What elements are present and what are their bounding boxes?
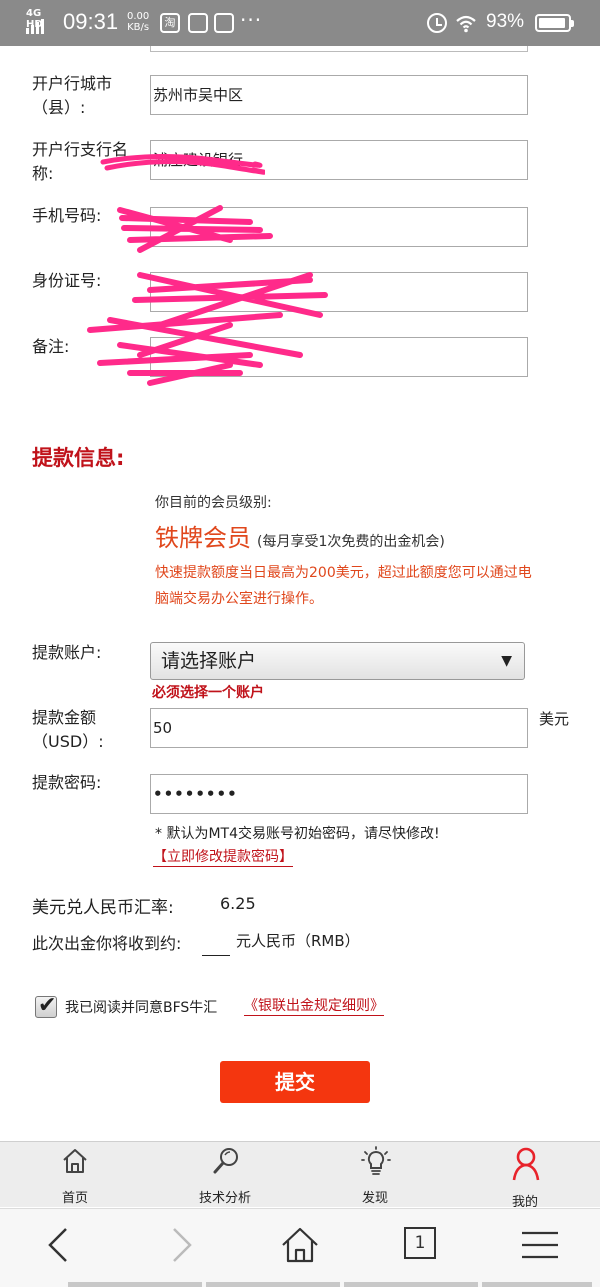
- password-note: * 默认为MT4交易账号初始密码，请尽快修改!: [155, 826, 440, 842]
- amount-input[interactable]: 50: [150, 708, 528, 748]
- cut-off-field: [150, 46, 528, 52]
- password-input[interactable]: ••••••••: [150, 774, 528, 814]
- user-icon: [512, 1147, 540, 1181]
- phone-input[interactable]: [150, 207, 528, 247]
- rules-link[interactable]: 《银联出金规定细则》: [244, 997, 384, 1016]
- withdraw-limit-description: 快速提款额度当日最高为200美元，超过此额度您可以通过电脑端交易办公室进行操作。: [155, 565, 532, 607]
- member-level-prompt: 你目前的会员级别:: [155, 495, 272, 511]
- forward-arrow-icon[interactable]: [158, 1223, 202, 1267]
- account-required-error: 必须选择一个账户: [152, 685, 264, 701]
- remark-label: 备注:: [32, 337, 70, 356]
- tab-mine[interactable]: 我的: [465, 1142, 585, 1210]
- amount-unit: 美元: [539, 710, 570, 728]
- tab-technical-analysis[interactable]: 技术分析: [165, 1142, 285, 1208]
- back-arrow-icon[interactable]: [38, 1223, 82, 1267]
- receive-amount-value: [202, 930, 230, 956]
- account-select-value: 请选择账户: [161, 650, 257, 672]
- amount-label: 提款金额（USD）:: [32, 708, 104, 751]
- branch-input[interactable]: 浦庄建设银行: [150, 140, 528, 180]
- nav-indicator: [206, 1282, 340, 1287]
- battery-percent: 93%: [486, 11, 525, 32]
- receive-amount-unit: 元人民币（RMB）: [236, 932, 360, 950]
- bag-notification-icon: [188, 13, 208, 33]
- network-speed: 0.00 KB/s: [127, 11, 150, 33]
- tab-label: 发现: [361, 1191, 388, 1206]
- city-input[interactable]: 苏州市吴中区: [150, 75, 528, 115]
- account-select[interactable]: 请选择账户 ▼: [150, 642, 525, 680]
- tab-home[interactable]: 首页: [15, 1142, 135, 1208]
- exchange-rate-value: 6.25: [220, 894, 256, 913]
- bag-notification-icon: [214, 13, 234, 33]
- section-title: 提款信息:: [32, 446, 125, 470]
- status-bar: 4G HD 09:31 0.00 KB/s 淘 ··· 93%: [0, 0, 600, 46]
- checkmark-icon: ✔: [38, 993, 57, 1018]
- battery-icon: [535, 14, 574, 32]
- tab-count: 1: [404, 1227, 436, 1259]
- alarm-icon: [427, 13, 447, 33]
- change-password-link[interactable]: 【立即修改提款密码】: [153, 848, 293, 867]
- more-notifications-icon: ···: [240, 8, 263, 32]
- id-number-input[interactable]: [150, 272, 528, 312]
- tab-discover[interactable]: 发现: [315, 1142, 435, 1208]
- bottom-tab-bar: 首页 技术分析 发现 我的: [0, 1141, 600, 1210]
- city-label: 开户行城市（县）:: [32, 74, 113, 117]
- member-level: 铁牌会员 (每月享受1次免费的出金机会): [155, 518, 445, 553]
- tab-label: 首页: [61, 1191, 88, 1206]
- taobao-notification-icon: 淘: [160, 13, 180, 33]
- id-label: 身份证号:: [32, 271, 102, 290]
- nav-indicator: [68, 1282, 202, 1287]
- member-level-name: 铁牌会员: [155, 524, 251, 552]
- signal-icon: 4G HD: [26, 8, 54, 34]
- branch-label: 开户行支行名称:: [32, 140, 129, 183]
- clock: 09:31: [63, 9, 119, 34]
- lightbulb-icon: [361, 1146, 391, 1175]
- nav-indicator: [344, 1282, 478, 1287]
- agree-checkbox[interactable]: ✔: [35, 993, 57, 1018]
- password-label: 提款密码:: [32, 773, 102, 792]
- remark-input[interactable]: [150, 337, 528, 377]
- account-label: 提款账户:: [32, 643, 102, 662]
- member-level-note: (每月享受1次免费的出金机会): [257, 534, 445, 550]
- home-icon: [63, 1149, 87, 1173]
- home-outline-icon[interactable]: [278, 1223, 322, 1267]
- phone-label: 手机号码:: [32, 206, 102, 225]
- exchange-rate-label: 美元兑人民币汇率:: [32, 898, 174, 918]
- tabs-button[interactable]: 1: [398, 1223, 442, 1267]
- wifi-icon: [456, 15, 476, 33]
- browser-toolbar: 1: [0, 1208, 600, 1287]
- agree-label: 我已阅读并同意BFS牛汇: [65, 1000, 218, 1016]
- magnifier-icon: [213, 1148, 238, 1174]
- tab-label: 技术分析: [198, 1191, 251, 1206]
- receive-amount-label: 此次出金你将收到约:: [32, 934, 182, 953]
- submit-button[interactable]: 提交: [220, 1061, 370, 1103]
- nav-indicator: [482, 1282, 592, 1287]
- dropdown-arrow-icon: ▼: [501, 653, 512, 669]
- menu-icon[interactable]: [518, 1223, 562, 1267]
